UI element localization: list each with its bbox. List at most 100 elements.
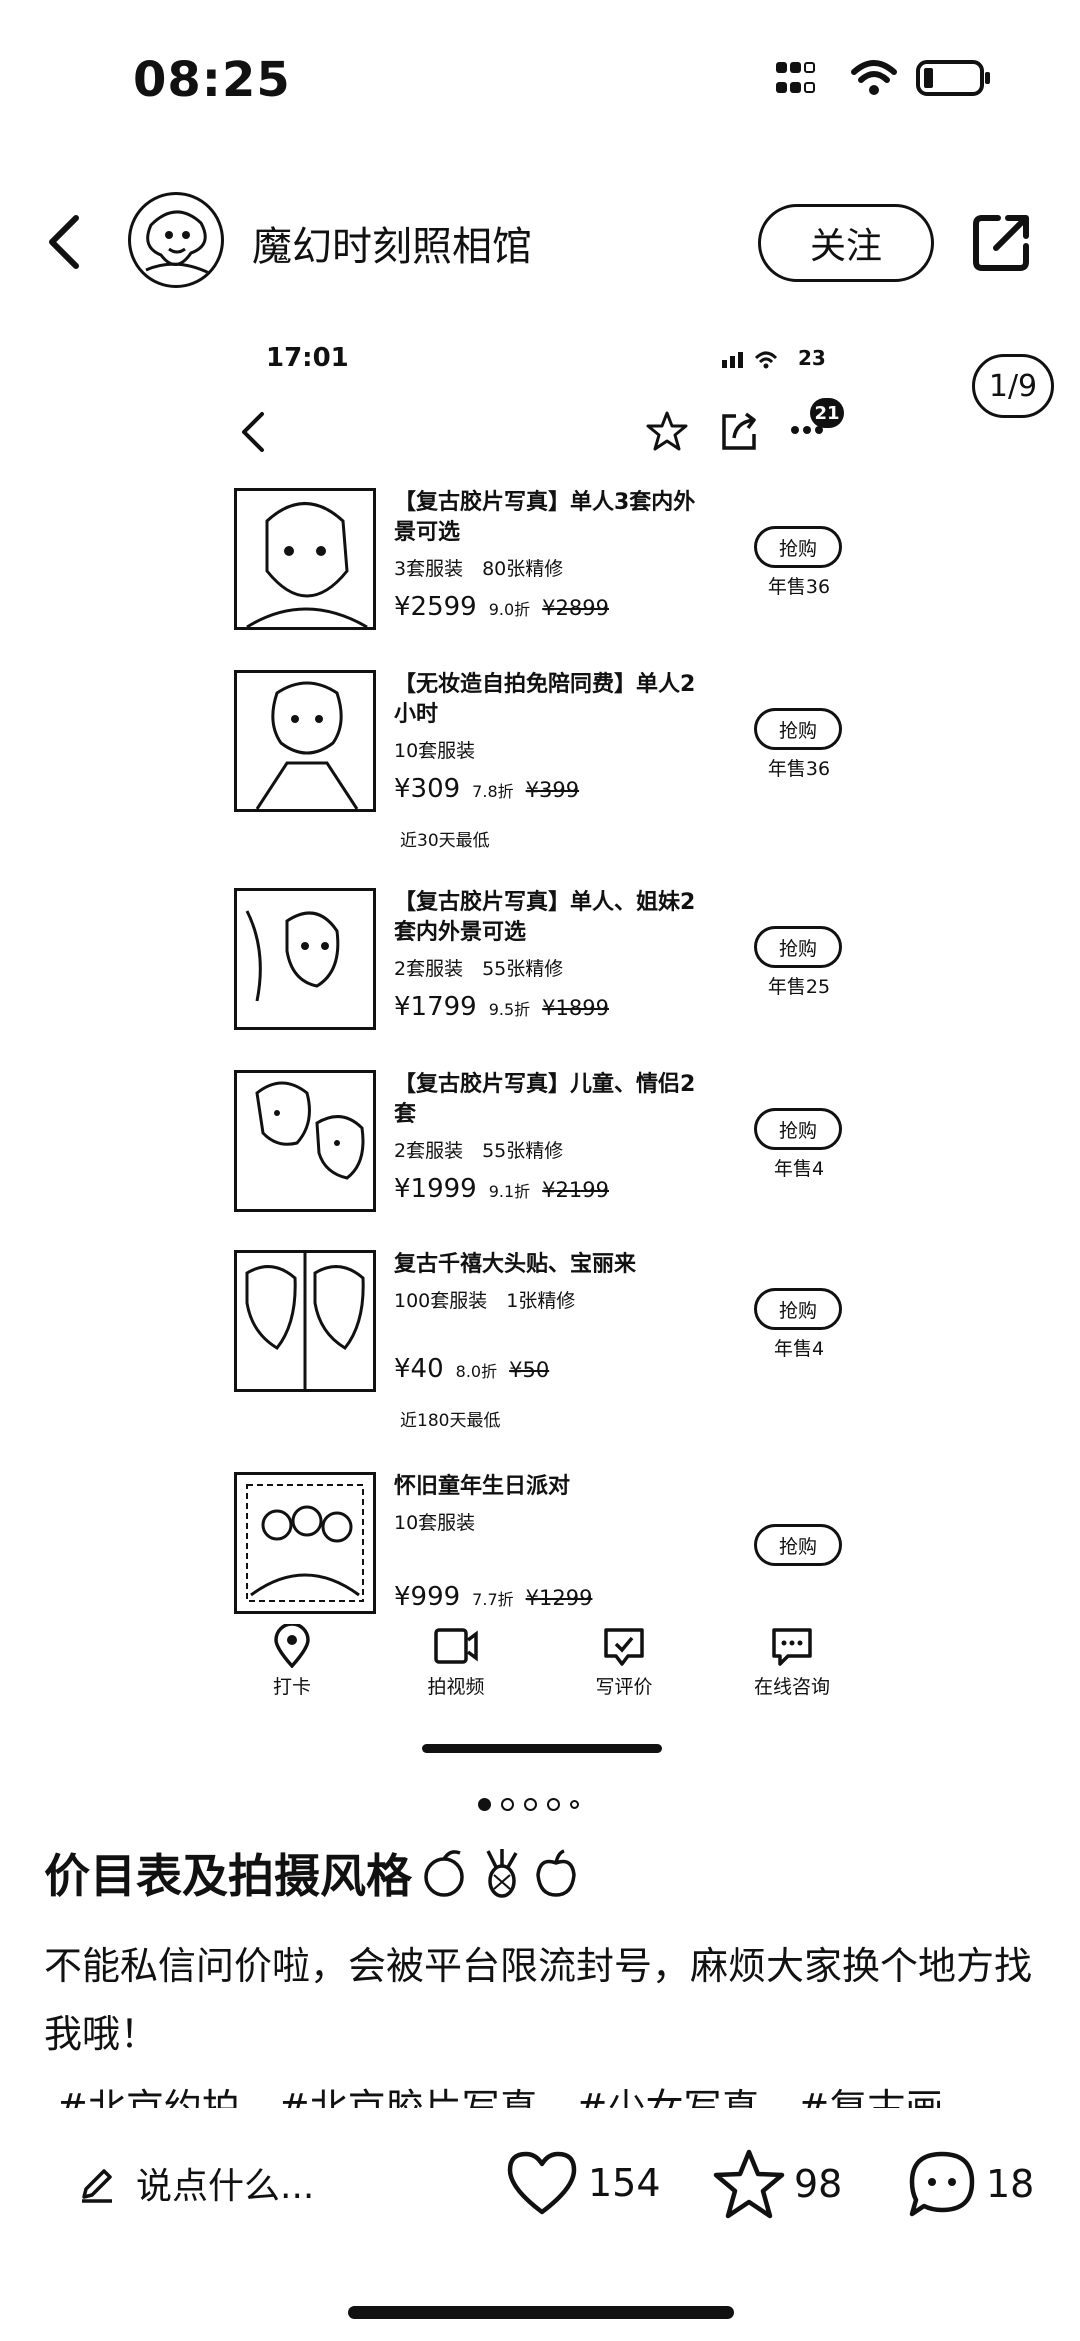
pencil-icon	[82, 2169, 112, 2203]
comment-input[interactable]: 说点什么...	[136, 2157, 314, 2209]
item-original-price: ¥1299	[525, 1586, 593, 1610]
wifi-icon	[851, 60, 897, 95]
item-title: 【复古胶片写真】儿童、情侣2套	[394, 1072, 696, 1127]
star-icon	[713, 2149, 785, 2219]
pineapple-icon	[486, 1849, 518, 1898]
inner-signal-icon	[722, 351, 778, 369]
buy-button: 抢购	[754, 1288, 842, 1330]
item-price: ¥1999	[394, 1174, 477, 1204]
product-thumbnail	[234, 1070, 376, 1212]
item-title: 【复古胶片写真】单人、姐妹2套内外景可选	[394, 890, 696, 945]
item-sales: 年售4	[773, 1338, 825, 1360]
post-title-text: 价目表及拍摄风格	[44, 1849, 412, 1903]
product-thumbnail	[234, 888, 376, 1030]
battery-icon	[916, 60, 990, 96]
item-sales: 年售36	[767, 758, 831, 780]
avatar[interactable]	[128, 192, 224, 288]
item-discount: 7.8折	[472, 782, 514, 801]
item-discount: 9.1折	[488, 1182, 531, 1201]
item-spec: 2套服装 55张精修	[394, 1140, 564, 1162]
item-price: ¥309	[394, 774, 461, 804]
item-low-note: 近180天最低	[400, 1411, 501, 1431]
item-original-price: ¥399	[525, 778, 580, 802]
tangerine-icon	[424, 1850, 464, 1897]
list-item: 【复古胶片写真】儿童、情侣2套 2套服装 55张精修 ¥1999 9.1折 ¥2…	[234, 1070, 864, 1220]
item-discount: 9.0折	[488, 600, 531, 619]
item-spec: 3套服装 80张精修	[394, 558, 564, 580]
inner-star-icon	[646, 411, 688, 451]
inner-nav-consult: 在线咨询	[732, 1624, 852, 1699]
list-item: 【复古胶片写真】单人3套内外景可选 3套服装 80张精修 ¥2599 9.0折 …	[234, 488, 864, 638]
review-icon	[604, 1628, 644, 1666]
item-sales: 年售25	[767, 976, 831, 998]
inner-home-indicator	[422, 1744, 662, 1753]
share-icon[interactable]	[972, 212, 1032, 272]
video-camera-icon	[434, 1628, 478, 1664]
item-original-price: ¥2899	[542, 596, 609, 620]
inner-status-time: 17:01	[266, 343, 349, 373]
item-price: ¥2599	[394, 592, 477, 622]
buy-button: 抢购	[754, 926, 842, 968]
product-thumbnail	[234, 488, 376, 630]
item-price: ¥999	[394, 1582, 461, 1612]
item-spec: 2套服装 55张精修	[394, 958, 564, 980]
item-spec: 10套服装	[394, 740, 476, 762]
inner-back-icon	[242, 412, 264, 452]
item-sales: 年售4	[773, 1158, 825, 1180]
status-time: 08:25	[133, 52, 291, 108]
item-low-note: 近30天最低	[400, 831, 490, 851]
item-price: ¥1799	[394, 992, 477, 1022]
inner-nav-review: 写评价	[564, 1624, 684, 1699]
item-title: 复古千禧大头贴、宝丽来	[394, 1252, 637, 1277]
signal-icon	[776, 62, 816, 98]
carousel-dots[interactable]	[478, 1798, 579, 1811]
shop-name[interactable]: 魔幻时刻照相馆	[252, 214, 532, 272]
page-indicator: 1/9	[972, 354, 1054, 418]
nav-label: 在线咨询	[753, 1676, 830, 1698]
inner-battery: 23	[798, 346, 826, 370]
back-icon[interactable]	[46, 214, 82, 270]
item-original-price: ¥50	[509, 1358, 550, 1382]
list-item: 【复古胶片写真】单人、姐妹2套内外景可选 2套服装 55张精修 ¥1799 9.…	[234, 888, 864, 1038]
product-thumbnail	[234, 670, 376, 812]
item-discount: 7.7折	[472, 1590, 514, 1609]
list-item: 【无妆造自拍免陪同费】单人2小时 10套服装 ¥309 7.8折 ¥399 近3…	[234, 670, 864, 851]
item-spec: 10套服装	[394, 1512, 476, 1534]
product-thumbnail	[234, 1472, 376, 1614]
item-sales: 年售36	[767, 576, 831, 598]
home-indicator	[348, 2306, 734, 2319]
item-original-price: ¥1899	[542, 996, 609, 1020]
follow-button[interactable]: 关注	[758, 204, 934, 282]
inner-nav-checkin: 打卡	[232, 1624, 352, 1699]
buy-button: 抢购	[754, 708, 842, 750]
inner-share-icon	[722, 412, 756, 450]
apple-icon	[536, 1849, 576, 1897]
comment-bubble-icon	[909, 2151, 975, 2217]
comment-count: 18	[986, 2162, 1035, 2206]
item-discount: 9.5折	[488, 1000, 531, 1019]
list-item: 怀旧童年生日派对 10套服装 ¥999 7.7折 ¥1299 抢购	[234, 1472, 864, 1622]
item-title: 【复古胶片写真】单人3套内外景可选	[394, 490, 696, 545]
nav-label: 拍视频	[427, 1676, 485, 1698]
comment-button[interactable]: 18	[906, 2148, 1034, 2220]
nav-label: 打卡	[272, 1676, 311, 1698]
product-thumbnail	[234, 1250, 376, 1392]
post-title: 价目表及拍摄风格	[44, 1840, 580, 1906]
inner-more-badge: 21	[810, 398, 844, 428]
like-button[interactable]: 154	[506, 2150, 661, 2216]
post-tags[interactable]: #北京约拍 #北京胶片写真 #少女写真 #复古画	[56, 2068, 1036, 2108]
favorite-button[interactable]: 98	[712, 2148, 842, 2220]
chat-icon	[772, 1628, 812, 1666]
item-original-price: ¥2199	[542, 1178, 609, 1202]
buy-button: 抢购	[754, 1524, 842, 1566]
location-pin-icon	[274, 1624, 310, 1668]
inner-nav-video: 拍视频	[396, 1624, 516, 1699]
item-title: 【无妆造自拍免陪同费】单人2小时	[394, 672, 696, 727]
list-item: 复古千禧大头贴、宝丽来 100套服装 1张精修 ¥40 8.0折 ¥50 近18…	[234, 1250, 864, 1431]
heart-icon	[507, 2151, 577, 2215]
nav-label: 写评价	[595, 1676, 653, 1698]
post-body: 不能私信问价啦，会被平台限流封号，麻烦大家换个地方找我哦！	[44, 1944, 1033, 2056]
item-title: 怀旧童年生日派对	[394, 1474, 571, 1499]
item-spec: 100套服装 1张精修	[394, 1290, 576, 1312]
buy-button: 抢购	[754, 1108, 842, 1150]
